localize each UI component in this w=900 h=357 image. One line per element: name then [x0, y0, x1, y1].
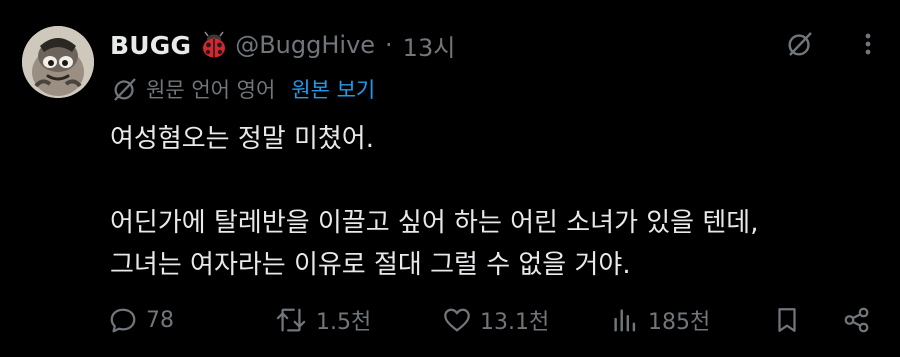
grok-icon [788, 32, 812, 56]
more-button[interactable] [856, 28, 880, 60]
reply-icon [110, 308, 136, 333]
tweet-text-line: 그녀는 여자라는 이유로 절대 그럴 수 없을 거야. [110, 250, 631, 280]
tweet-text-line: 여성혐오는 정말 미쳤어. [110, 124, 374, 154]
repost-count: 1.5천 [316, 310, 372, 335]
tweet[interactable]: BUGG @BuggHive · 13시 원문 언어 영어 원본 보기 여성혐오… [0, 0, 900, 357]
translation-note: 원문 언어 영어 [146, 78, 276, 102]
repost-icon [276, 308, 306, 332]
tweet-text-line: 어딘가에 탈레반을 이끌고 싶어 하는 어린 소녀가 있을 텐데, [110, 208, 759, 238]
ladybug-icon [199, 31, 229, 59]
share-icon [844, 307, 869, 333]
cartoon-bug-avatar-icon [22, 26, 94, 98]
translation-bar: 원문 언어 영어 원본 보기 [110, 72, 375, 106]
views-count: 185천 [648, 310, 711, 335]
like-button[interactable]: 13.1천 [442, 300, 549, 340]
views-button[interactable]: 185천 [610, 300, 710, 340]
translate-icon [110, 74, 140, 104]
repost-button[interactable]: 1.5천 [274, 300, 371, 340]
header-actions [784, 28, 880, 60]
user-handle[interactable]: @BuggHive [235, 31, 375, 59]
reply-button[interactable]: 78 [108, 300, 174, 340]
tweet-header: BUGG @BuggHive · 13시 [110, 26, 455, 64]
heart-icon [444, 308, 470, 332]
bookmark-icon [778, 308, 796, 332]
action-bar: 78 1.5천 13.1천 185천 [108, 300, 880, 340]
like-count: 13.1천 [480, 310, 550, 335]
reply-count: 78 [146, 307, 174, 333]
separator-dot: · [385, 31, 393, 59]
more-vertical-icon [865, 33, 871, 55]
display-name[interactable]: BUGG [110, 31, 191, 60]
timestamp[interactable]: 13시 [403, 28, 456, 63]
views-icon [614, 309, 636, 332]
avatar[interactable] [22, 26, 94, 98]
share-button[interactable] [842, 300, 872, 340]
bookmark-button[interactable] [772, 300, 802, 340]
show-original-link[interactable]: 원본 보기 [291, 74, 375, 104]
tweet-text: 여성혐오는 정말 미쳤어. 어딘가에 탈레반을 이끌고 싶어 하는 어린 소녀가… [110, 118, 870, 286]
grok-button[interactable] [784, 28, 816, 60]
